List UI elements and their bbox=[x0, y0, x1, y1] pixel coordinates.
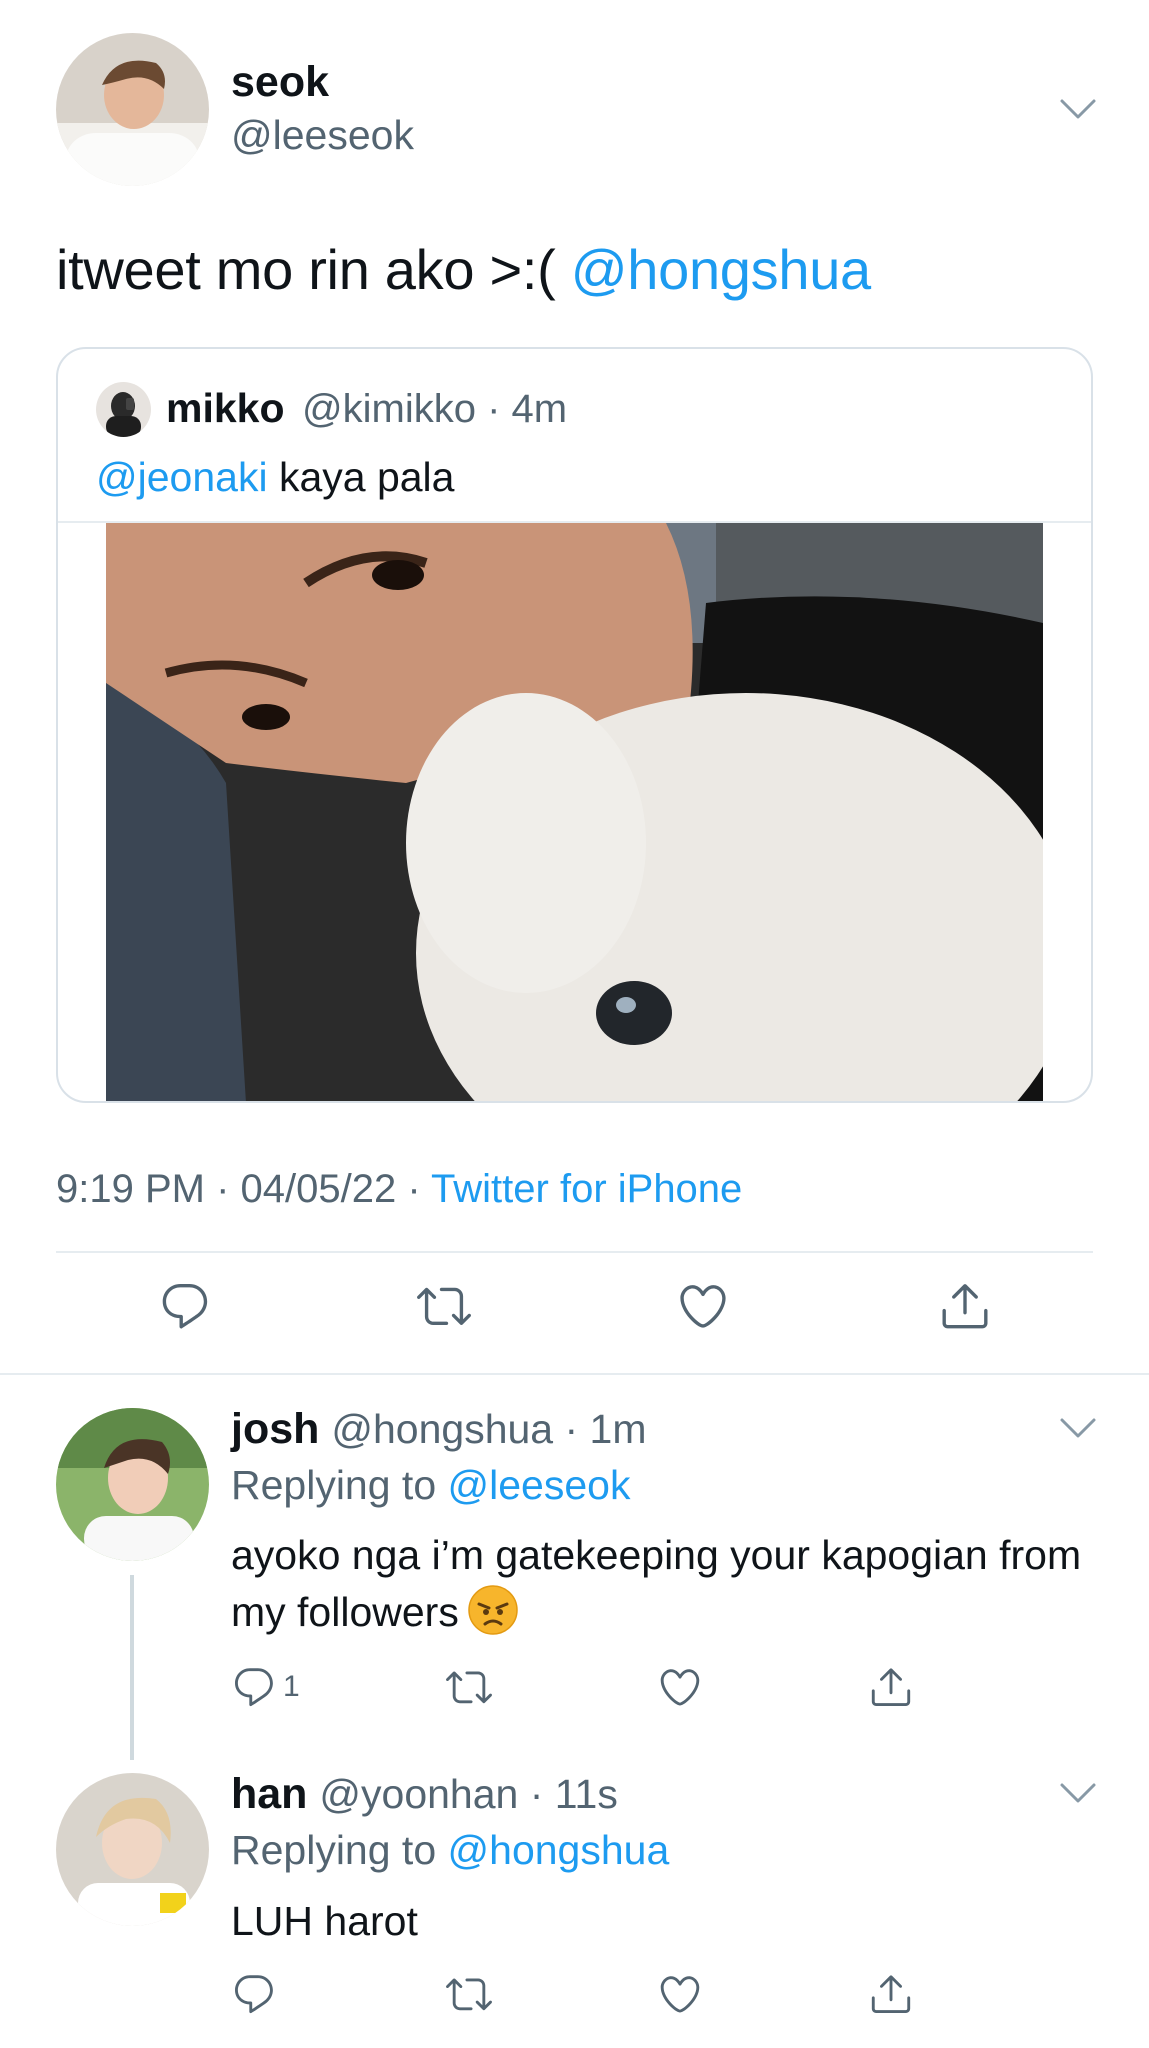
replying-label: Replying to bbox=[231, 1827, 448, 1873]
chevron-down-icon[interactable] bbox=[1058, 1781, 1098, 1805]
replying-mention[interactable]: @hongshua bbox=[448, 1827, 670, 1873]
section-divider bbox=[0, 1373, 1149, 1375]
angry-face-icon bbox=[468, 1585, 518, 1635]
reply-author-avatar[interactable] bbox=[56, 1408, 209, 1561]
reply-button[interactable]: 1 bbox=[231, 1664, 300, 1710]
divider bbox=[56, 1251, 1093, 1253]
quoted-text: @jeonaki kaya pala bbox=[96, 454, 454, 501]
thread-line bbox=[130, 1575, 134, 1760]
replying-to: Replying to @hongshua bbox=[231, 1827, 669, 1874]
replying-mention[interactable]: @leeseok bbox=[448, 1462, 631, 1508]
quoted-author-handle: @kimikko bbox=[302, 387, 476, 431]
retweet-button[interactable] bbox=[446, 1971, 492, 2017]
quoted-text-body: kaya pala bbox=[267, 454, 455, 500]
retweet-icon bbox=[417, 1279, 471, 1333]
reply-button[interactable] bbox=[157, 1278, 213, 1334]
tweet-date: 04/05/22 bbox=[240, 1167, 397, 1211]
reply-author-name[interactable]: josh bbox=[231, 1405, 319, 1453]
share-button[interactable] bbox=[868, 1971, 914, 2017]
reply-time: 1m bbox=[589, 1406, 647, 1452]
replying-to: Replying to @leeseok bbox=[231, 1462, 630, 1509]
chevron-down-icon[interactable] bbox=[1058, 97, 1098, 121]
like-button[interactable] bbox=[675, 1278, 731, 1334]
retweet-icon bbox=[446, 1664, 492, 1710]
quoted-photo[interactable] bbox=[106, 523, 1043, 1101]
reply-count: 1 bbox=[283, 1670, 300, 1703]
heart-icon bbox=[657, 1664, 703, 1710]
reply-author-handle[interactable]: @hongshua bbox=[331, 1406, 553, 1452]
quoted-author-name: mikko bbox=[166, 385, 285, 431]
reply-author-handle[interactable]: @yoonhan bbox=[319, 1771, 518, 1817]
quoted-time: 4m bbox=[511, 387, 568, 431]
tweet-time: 9:19 PM bbox=[56, 1167, 205, 1211]
heart-icon bbox=[657, 1971, 703, 2017]
like-button[interactable] bbox=[657, 1971, 703, 2017]
author-handle[interactable]: @leeseok bbox=[231, 112, 414, 159]
reply-author-name[interactable]: han bbox=[231, 1770, 307, 1818]
retweet-icon bbox=[446, 1971, 492, 2017]
retweet-button[interactable] bbox=[446, 1664, 492, 1710]
replying-label: Replying to bbox=[231, 1462, 448, 1508]
reply-icon bbox=[231, 1971, 277, 2017]
heart-icon bbox=[676, 1279, 730, 1333]
share-icon bbox=[938, 1279, 992, 1333]
share-button[interactable] bbox=[868, 1664, 914, 1710]
quoted-author-avatar bbox=[96, 382, 151, 437]
reply-author-avatar[interactable] bbox=[56, 1773, 209, 1926]
reply-header: han @yoonhan · 11s bbox=[231, 1770, 618, 1818]
retweet-button[interactable] bbox=[416, 1278, 472, 1334]
reply-text-body: LUH harot bbox=[231, 1898, 418, 1944]
reply-button[interactable] bbox=[231, 1971, 277, 2017]
tweet-meta: 9:19 PM · 04/05/22 · Twitter for iPhone bbox=[56, 1167, 743, 1211]
share-icon bbox=[868, 1664, 914, 1710]
tweet-text: itweet mo rin ako >:( @hongshua bbox=[56, 237, 871, 302]
reply-time: 11s bbox=[554, 1771, 618, 1817]
quoted-mention[interactable]: @jeonaki bbox=[96, 454, 268, 500]
tweet-text-body: itweet mo rin ako >:( bbox=[56, 238, 571, 301]
reply-header: josh @hongshua · 1m bbox=[231, 1405, 647, 1453]
reply-text-body: ayoko nga i’m gatekeeping your kapogian … bbox=[231, 1532, 1082, 1635]
tweet-actions bbox=[0, 1278, 1149, 1348]
reply-text: LUH harot bbox=[231, 1893, 1111, 1950]
tweet-source[interactable]: Twitter for iPhone bbox=[431, 1167, 742, 1211]
chevron-down-icon[interactable] bbox=[1058, 1416, 1098, 1440]
share-icon bbox=[868, 1971, 914, 2017]
reply-icon bbox=[231, 1664, 277, 1710]
tweet-mention[interactable]: @hongshua bbox=[571, 238, 871, 301]
author-name[interactable]: seok bbox=[231, 58, 329, 107]
quoted-tweet-card[interactable]: mikko @kimikko · 4m @jeonaki kaya pala bbox=[56, 347, 1093, 1103]
share-button[interactable] bbox=[937, 1278, 993, 1334]
like-button[interactable] bbox=[657, 1664, 703, 1710]
reply-text: ayoko nga i’m gatekeeping your kapogian … bbox=[231, 1527, 1111, 1641]
author-avatar[interactable] bbox=[56, 33, 209, 186]
quoted-author-meta: @kimikko · 4m bbox=[302, 387, 568, 431]
reply-icon bbox=[158, 1279, 212, 1333]
